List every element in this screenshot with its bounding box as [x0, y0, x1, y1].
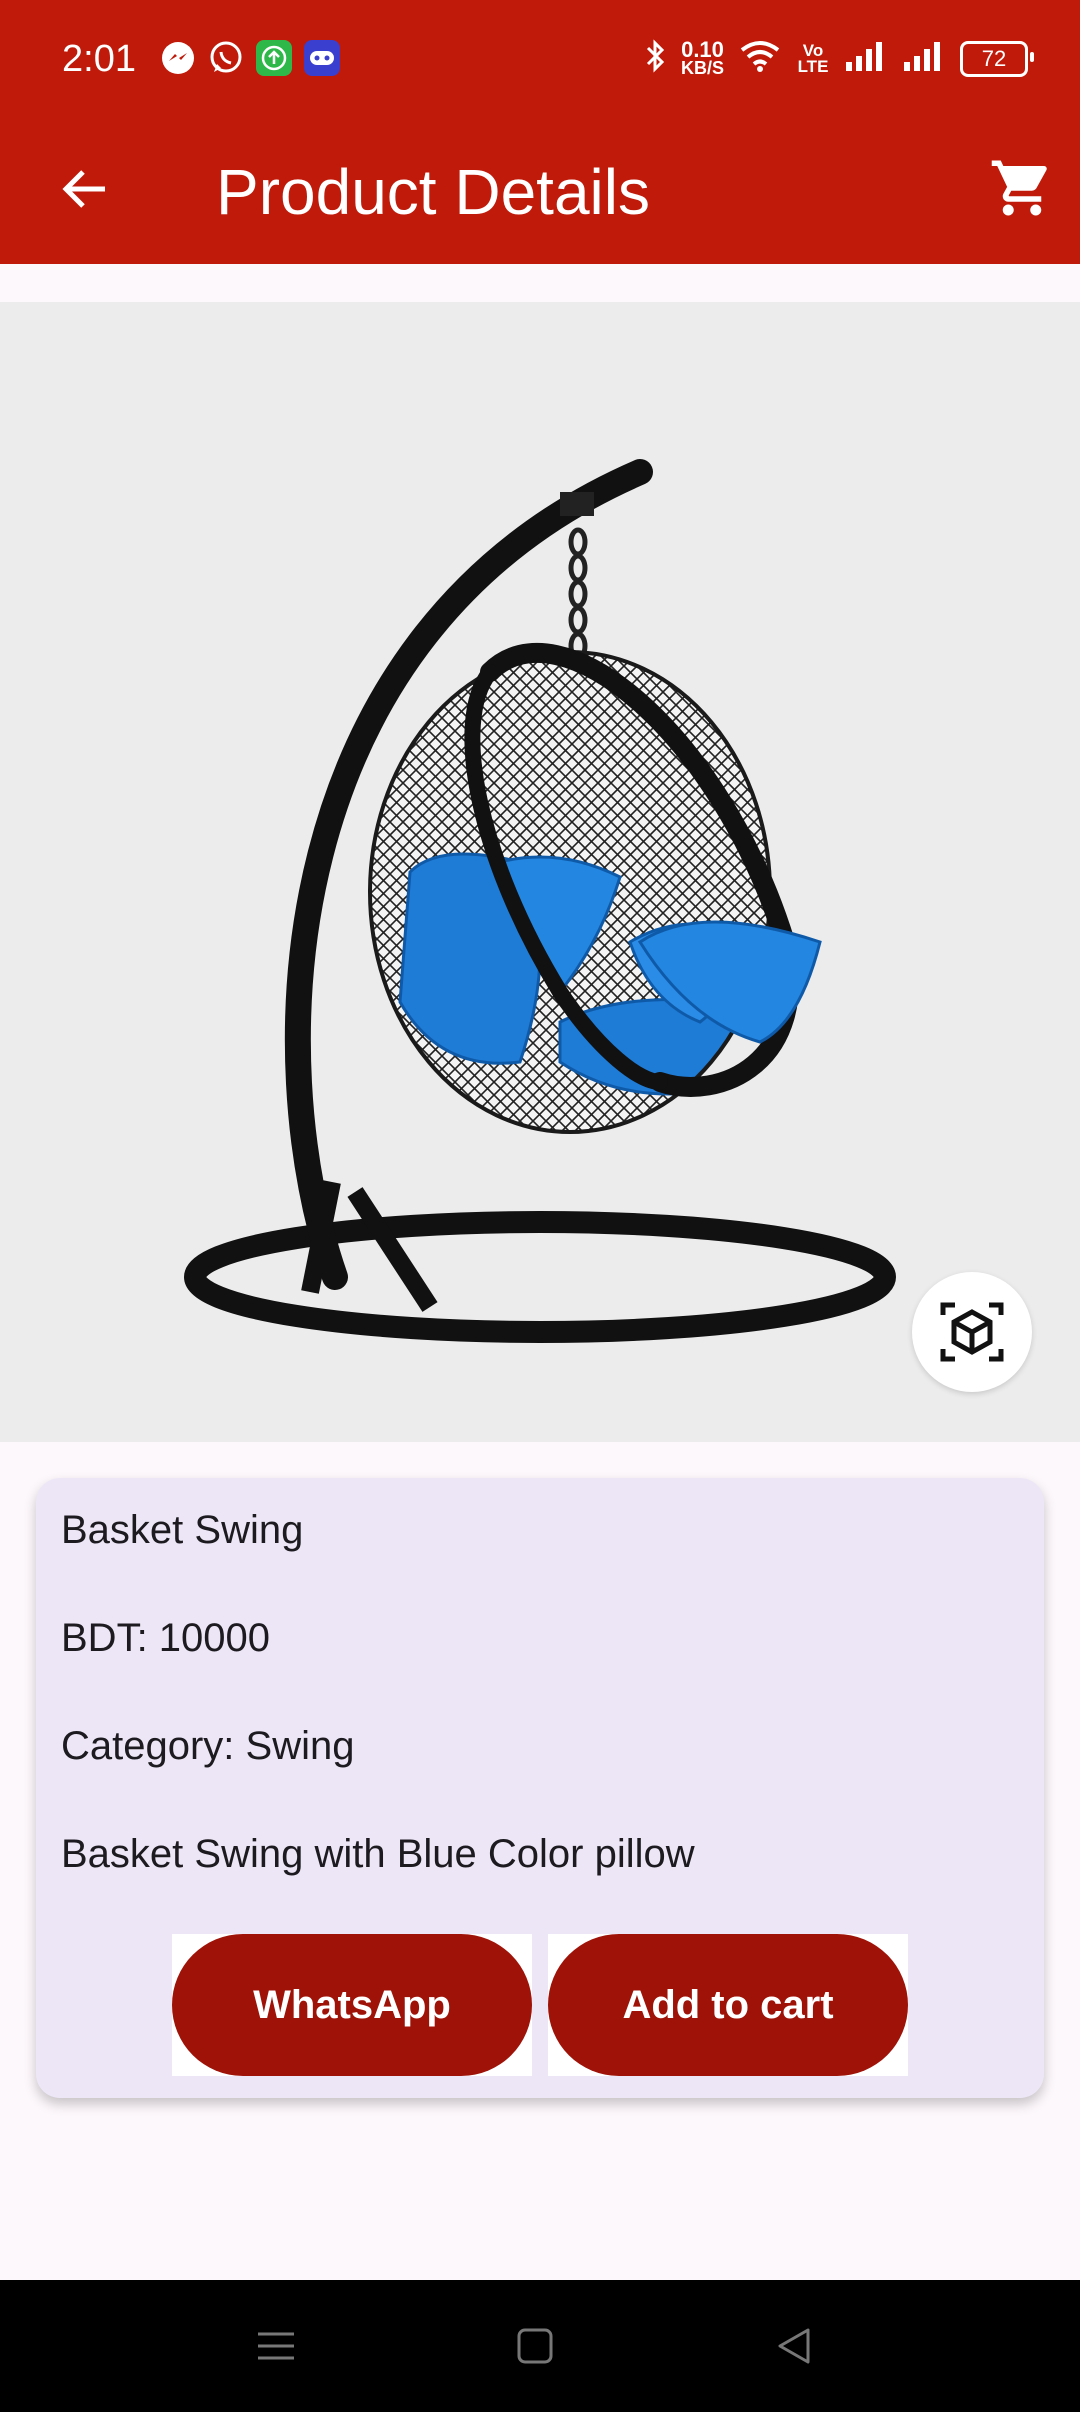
arrow-left-icon	[62, 170, 105, 208]
add-to-cart-button[interactable]: Add to cart	[548, 1934, 908, 2076]
cart-button[interactable]	[982, 148, 1062, 228]
product-description: Basket Swing with Blue Color pillow	[61, 1832, 695, 1876]
back-button[interactable]	[50, 154, 120, 224]
status-bar: 2:01 0.10 KB/S Vo LTE 72	[0, 0, 1080, 124]
triangle-back-icon	[778, 2328, 810, 2364]
notification-icons	[160, 40, 340, 76]
product-3d-viewer[interactable]	[0, 302, 1080, 1442]
battery-indicator: 72	[960, 40, 1034, 77]
shopping-cart-icon	[991, 160, 1047, 216]
product-price: BDT: 10000	[61, 1616, 271, 1660]
system-indicators: 0.10 KB/S Vo LTE 72	[645, 36, 1034, 79]
home-square-icon	[517, 2328, 553, 2364]
product-name: Basket Swing	[61, 1508, 304, 1552]
whatsapp-button[interactable]: WhatsApp	[172, 1934, 532, 2076]
view-in-ar-icon	[940, 1302, 1004, 1362]
product-info-card: Basket Swing BDT: 10000 Category: Swing …	[36, 1478, 1044, 2098]
view-in-ar-button[interactable]	[912, 1272, 1032, 1392]
bluetooth-icon	[645, 38, 667, 79]
wifi-icon	[738, 38, 782, 79]
app-bar: Product Details	[0, 124, 1080, 264]
battery-level: 72	[981, 45, 1007, 71]
network-speed-value: 0.10	[681, 36, 724, 62]
signal-icon-2	[902, 40, 946, 77]
menu-icon	[258, 2332, 294, 2360]
recent-apps-button[interactable]	[246, 2316, 306, 2376]
upload-icon	[256, 40, 292, 76]
whatsapp-button-wrapper: WhatsApp	[172, 1934, 532, 2076]
volte-label: Vo LTE	[797, 40, 829, 76]
game-icon	[304, 40, 340, 76]
network-speed: 0.10 KB/S	[680, 36, 724, 78]
network-speed-unit: KB/S	[680, 57, 724, 78]
system-navigation-bar	[0, 2280, 1080, 2412]
messenger-icon	[160, 40, 196, 76]
page-title: Product Details	[216, 156, 650, 228]
signal-icon-1	[844, 40, 888, 77]
home-button[interactable]	[505, 2316, 565, 2376]
back-nav-button[interactable]	[764, 2316, 824, 2376]
product-image	[184, 459, 896, 1343]
add-to-cart-button-wrapper: Add to cart	[548, 1934, 908, 2076]
whatsapp-icon	[208, 40, 244, 76]
status-time: 2:01	[62, 38, 136, 80]
product-category: Category: Swing	[61, 1724, 355, 1768]
